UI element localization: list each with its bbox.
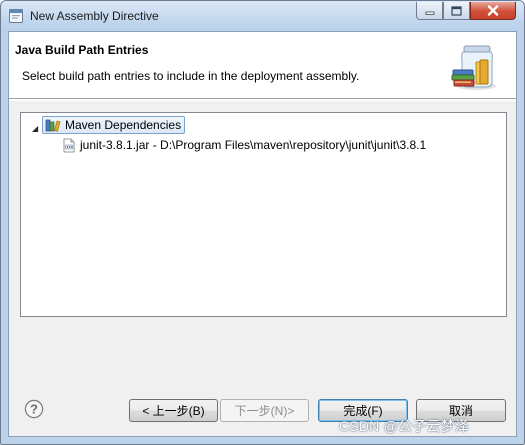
library-icon	[45, 119, 61, 132]
svg-text:?: ?	[30, 402, 38, 417]
page-description: Select build path entries to include in …	[22, 69, 360, 83]
maximize-icon	[451, 5, 462, 16]
window-title: New Assembly Directive	[30, 9, 159, 23]
eclipse-window-icon	[9, 9, 23, 23]
minimize-button[interactable]	[416, 2, 443, 20]
watermark: CSDN @公子云梦泽	[339, 418, 469, 434]
tree-item-label: Maven Dependencies	[65, 118, 182, 132]
banner-separator	[9, 98, 516, 101]
help-icon[interactable]: ?	[24, 399, 44, 419]
library-jar-icon	[451, 45, 496, 90]
close-icon	[487, 5, 499, 16]
next-button[interactable]: 下一步(N)>	[220, 399, 309, 422]
tree-item-maven-dependencies[interactable]: Maven Dependencies	[42, 116, 186, 134]
close-button[interactable]	[470, 2, 516, 20]
tree-item-junit-jar[interactable]: junit-3.8.1.jar - D:\Program Files\maven…	[62, 136, 426, 154]
back-button[interactable]: < 上一步(B)	[129, 399, 218, 422]
tree-item-label: junit-3.8.1.jar - D:\Program Files\maven…	[80, 138, 427, 152]
tree-item-selection[interactable]: Maven Dependencies	[42, 116, 186, 134]
collapse-arrow-icon[interactable]: ◢	[32, 124, 38, 133]
page-title: Java Build Path Entries	[15, 43, 149, 57]
minimize-icon	[425, 11, 434, 15]
build-path-tree[interactable]: ◢ Maven Dependencies junit-3.8.1.jar - D…	[20, 112, 507, 317]
dialog-body: Java Build Path Entries Select build pat…	[8, 31, 517, 437]
title-bar[interactable]: New Assembly Directive	[1, 1, 524, 31]
dialog-window: New Assembly Directive Java Build Path E…	[0, 0, 525, 445]
jar-icon	[63, 138, 75, 152]
wizard-banner: Java Build Path Entries Select build pat…	[9, 32, 516, 99]
maximize-button[interactable]	[443, 2, 470, 20]
